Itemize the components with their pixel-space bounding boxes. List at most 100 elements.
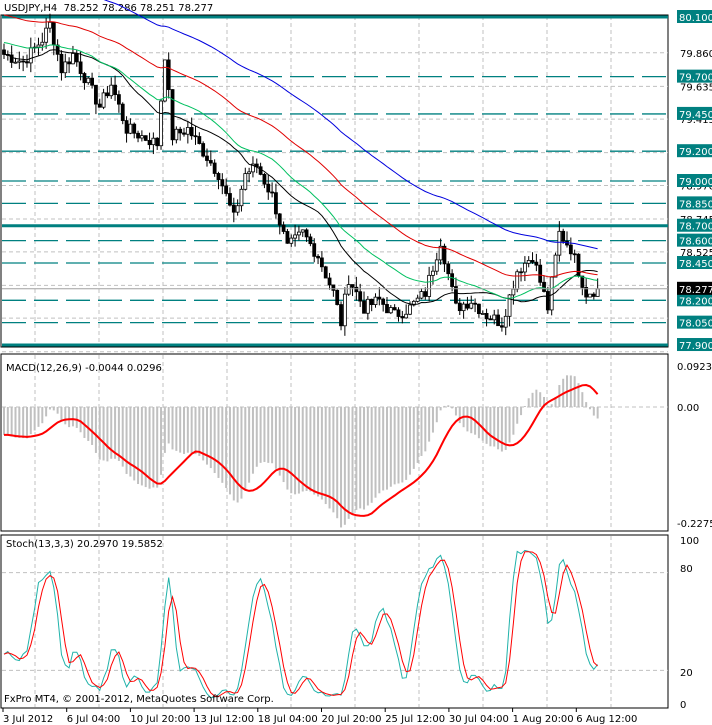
bull-candle (480, 313, 485, 315)
macd-histogram-bar (175, 407, 178, 451)
macd-histogram-bar (343, 407, 346, 525)
macd-histogram-bar (14, 407, 17, 438)
macd-histogram-bar (137, 407, 140, 485)
price-chart[interactable]: 79.86079.63579.41578.97078.74578.52579.7… (0, 0, 712, 725)
time-axis-label: 3 Jul 2012 (3, 714, 53, 725)
bull-candle (438, 245, 443, 261)
macd-histogram-bar (71, 407, 74, 427)
bull-candle (342, 293, 347, 327)
bear-candle (182, 132, 186, 135)
bear-candle (473, 302, 477, 305)
bear-candle (120, 103, 125, 121)
macd-histogram-bar (6, 407, 9, 435)
macd-histogram-bar (79, 407, 82, 433)
macd-histogram-bar (439, 407, 442, 411)
macd-histogram-bar (309, 407, 312, 492)
bear-candle (155, 137, 160, 147)
macd-histogram-bar (117, 407, 120, 461)
macd-histogram-bar (454, 407, 457, 416)
price-axis-label: 79.635 (680, 82, 712, 93)
bear-candle (124, 120, 129, 134)
bear-candle (396, 309, 401, 317)
macd-histogram-bar (286, 407, 289, 490)
bear-candle (277, 213, 282, 226)
bear-candle (496, 314, 500, 327)
level-label: 79.200 (679, 147, 712, 158)
bull-candle (13, 61, 18, 64)
bear-candle (362, 300, 366, 314)
macd-histogram-bar (106, 407, 109, 462)
bull-candle (239, 188, 244, 207)
macd-histogram-bar (22, 407, 25, 439)
bull-candle (553, 254, 558, 278)
macd-histogram-bar (221, 407, 224, 483)
stoch-axis-label: 20 (680, 668, 693, 679)
stoch-axis-label: 80 (680, 564, 693, 575)
bull-candle (557, 230, 562, 256)
bear-candle (51, 21, 56, 46)
bear-candle (381, 298, 386, 305)
macd-histogram-bar (405, 407, 408, 480)
bear-candle (90, 77, 94, 86)
macd-histogram-bar (114, 407, 117, 459)
bear-candle (446, 263, 451, 275)
macd-axis-label: 0.00 (677, 403, 699, 414)
macd-histogram-bar (585, 402, 588, 407)
macd-histogram-bar (370, 407, 373, 503)
bull-candle (492, 314, 497, 321)
bear-candle (67, 61, 72, 65)
macd-histogram-bar (424, 407, 427, 452)
macd-histogram-bar (481, 407, 484, 441)
macd-histogram-bar (18, 407, 21, 438)
time-axis-label: 6 Jul 04:00 (67, 714, 121, 725)
bear-candle (105, 92, 110, 97)
bear-candle (224, 185, 229, 194)
bull-candle (101, 92, 106, 108)
macd-histogram-bar (156, 407, 159, 488)
macd-histogram-bar (278, 407, 281, 476)
bear-candle (465, 303, 470, 309)
bear-candle (354, 286, 359, 293)
level-label: 78.050 (679, 319, 712, 330)
bear-candle (220, 179, 225, 187)
bear-candle (530, 260, 535, 263)
macd-histogram-bar (386, 407, 388, 490)
macd-histogram-bar (33, 407, 36, 431)
macd-histogram-bar (374, 407, 377, 498)
macd-histogram-bar (25, 407, 28, 439)
macd-histogram-bar (160, 407, 163, 475)
bull-candle (469, 302, 474, 309)
time-axis-label: 30 Jul 04:00 (449, 714, 509, 725)
bear-candle (323, 266, 328, 279)
bull-candle (162, 59, 167, 102)
macd-histogram-bar (282, 407, 285, 483)
bull-candle (300, 229, 305, 233)
copyright-label: FxPro MT4, © 2001-2012, MetaQuotes Softw… (4, 694, 274, 705)
current-price-label: 78.277 (679, 285, 712, 296)
time-axis-label: 18 Jul 04:00 (258, 714, 318, 725)
macd-histogram-bar (408, 407, 411, 475)
time-axis-label: 6 Aug 12:00 (576, 714, 637, 725)
bear-candle (385, 304, 389, 314)
ma-black-line (3, 49, 598, 305)
bull-candle (86, 77, 91, 84)
bull-candle (511, 288, 516, 296)
macd-histogram-bar (431, 407, 434, 433)
stoch-label: Stoch(13,3,3) 20.2970 19.5852 (6, 539, 163, 550)
bear-candle (561, 230, 566, 242)
price-axis-label: 79.860 (680, 49, 712, 60)
bear-candle (97, 103, 102, 108)
bear-candle (262, 173, 267, 185)
bull-candle (415, 297, 420, 302)
bear-candle (423, 291, 428, 297)
bear-candle (147, 140, 152, 146)
macd-histogram-bar (64, 407, 67, 425)
level-label: 79.450 (679, 110, 712, 121)
macd-histogram-bar (317, 407, 320, 497)
macd-histogram-bar (37, 407, 40, 427)
bear-candle (580, 275, 585, 288)
macd-histogram-bar (244, 407, 247, 491)
bear-candle (331, 284, 336, 291)
bull-candle (404, 313, 409, 319)
mt4-chart-window: USDJPY,H4 78.252 78.286 78.251 78.277 79… (0, 0, 712, 725)
